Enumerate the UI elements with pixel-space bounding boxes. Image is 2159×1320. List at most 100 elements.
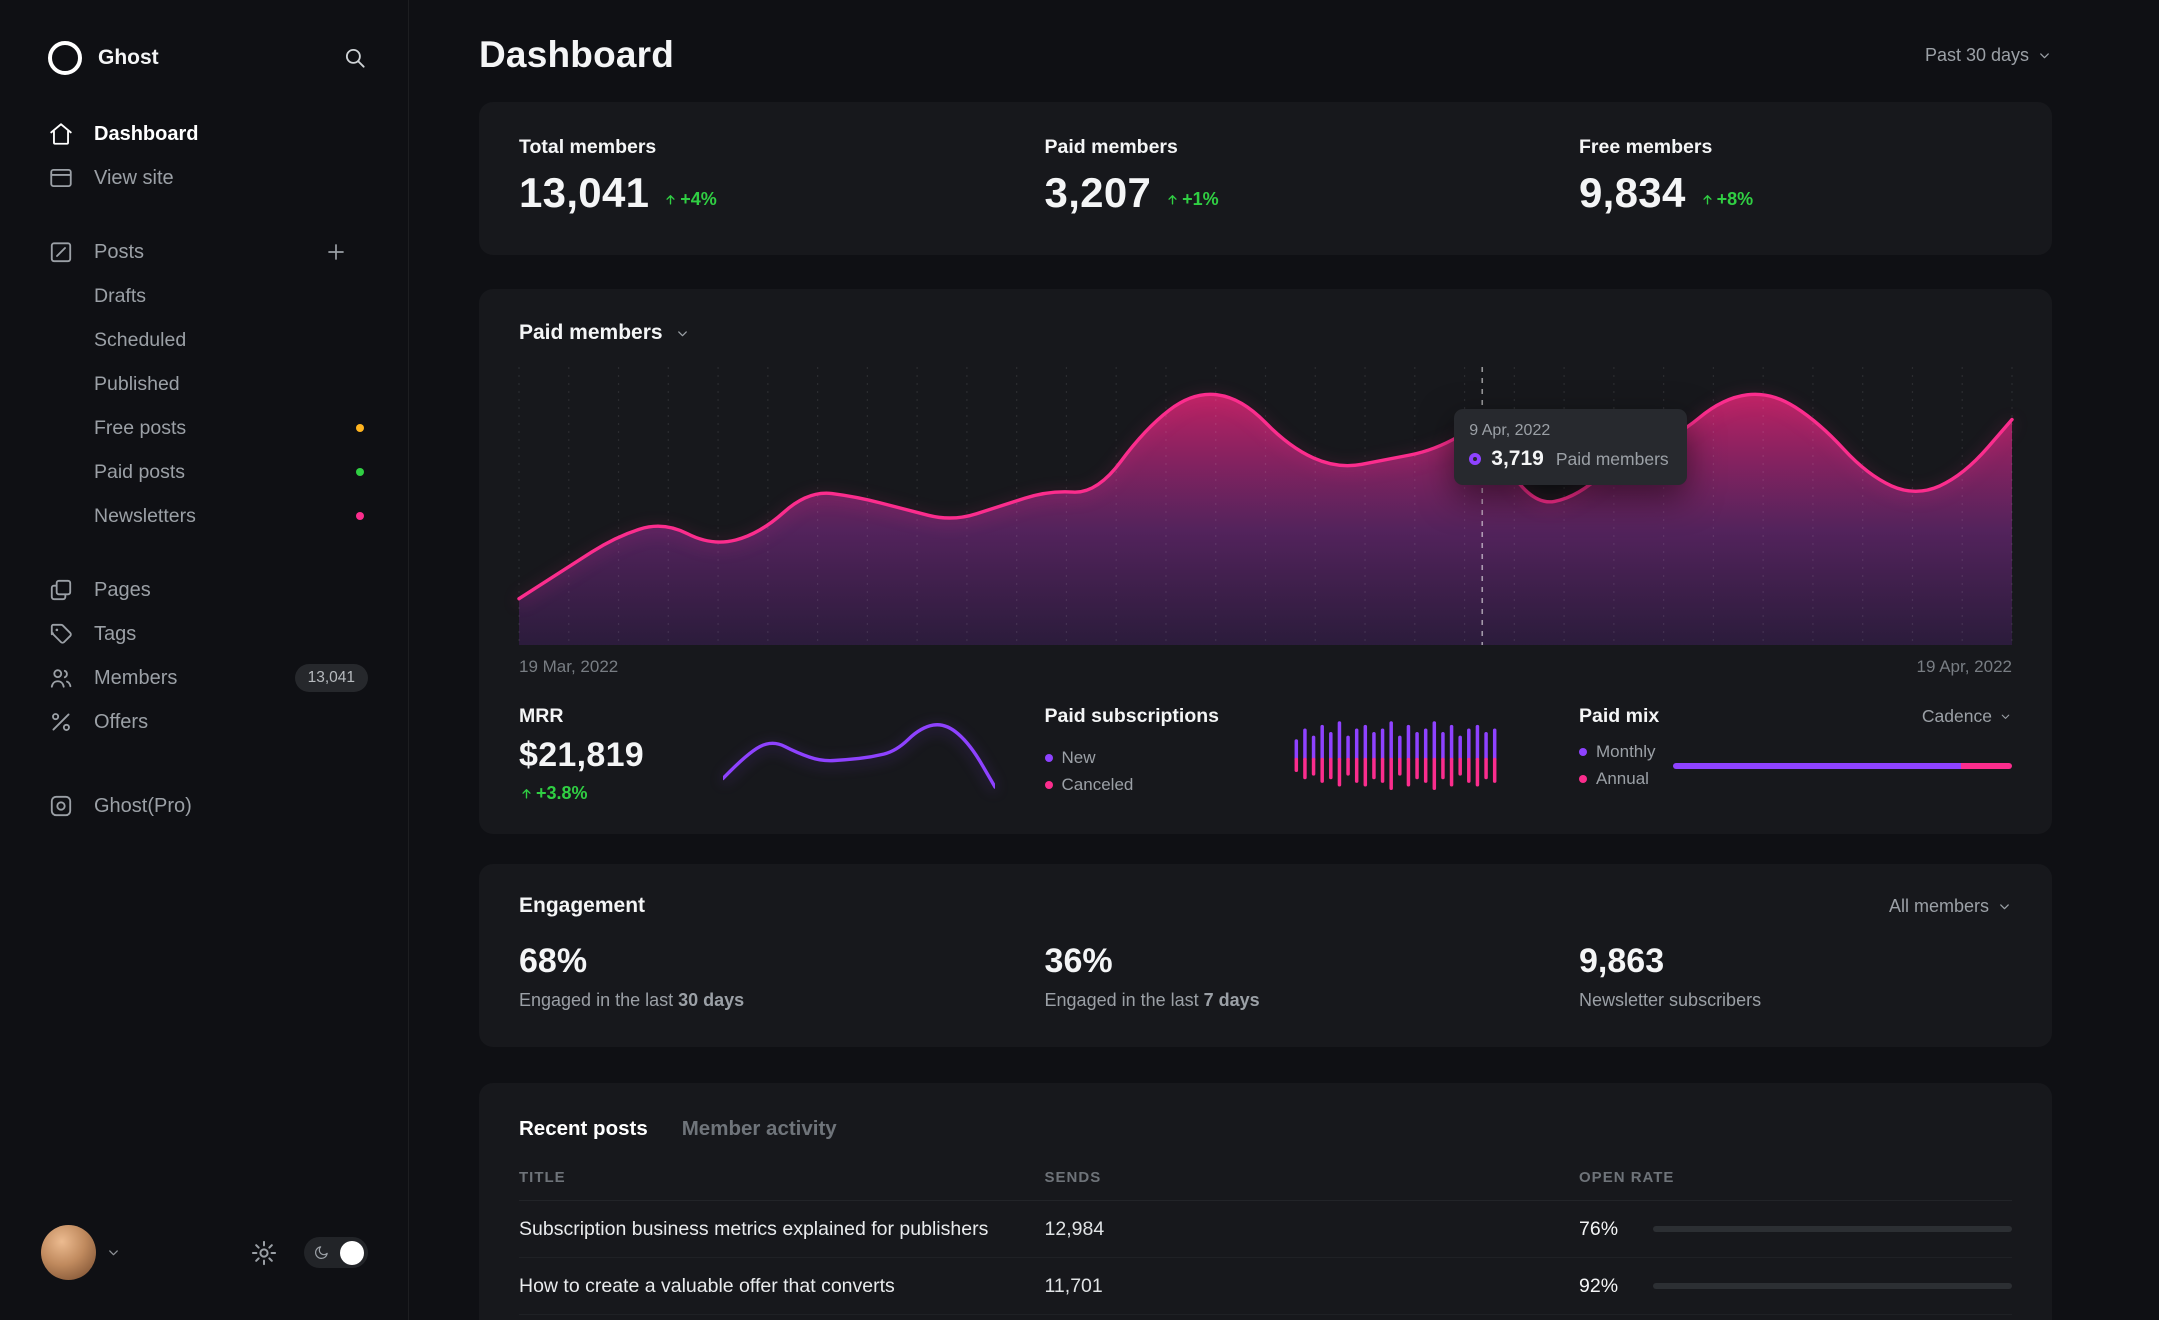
- paid-posts-dot: [356, 468, 364, 476]
- legend-dot: [1579, 775, 1587, 783]
- marker-ring-icon: [1469, 453, 1481, 465]
- members-stats-card: Total members 13,041 +4% Paid members 3,…: [479, 102, 2052, 255]
- gear-icon: [250, 1239, 278, 1267]
- members-count-badge: 13,041: [295, 664, 368, 692]
- tab-recent-posts[interactable]: Recent posts: [519, 1117, 648, 1141]
- sidebar-item-free-posts[interactable]: Free posts: [48, 406, 368, 450]
- tab-member-activity[interactable]: Member activity: [682, 1117, 837, 1141]
- new-post-button[interactable]: [324, 240, 368, 264]
- up-arrow-icon: [1700, 192, 1715, 207]
- engagement-30-days: 68% Engaged in the last 30 days: [519, 942, 1045, 1011]
- column-title: TITLE: [519, 1169, 1045, 1186]
- search-button[interactable]: [342, 45, 368, 71]
- stat-value: 13,041: [519, 169, 649, 217]
- stat-paid-members: Paid members 3,207 +1%: [1045, 136, 1579, 217]
- sidebar-item-label: Dashboard: [94, 123, 198, 146]
- chevron-down-icon: [106, 1245, 121, 1260]
- engagement-title: Engagement: [519, 894, 645, 918]
- engagement-7-days: 36% Engaged in the last 7 days: [1045, 942, 1579, 1011]
- tag-icon: [48, 621, 74, 647]
- legend-new: New: [1045, 748, 1134, 768]
- sidebar-item-label: Free posts: [94, 417, 186, 440]
- mrr-value: $21,819: [519, 736, 644, 775]
- mrr-delta: +3.8%: [519, 783, 644, 804]
- stat-label: Paid members: [1045, 136, 1579, 159]
- sidebar-item-label: Published: [94, 373, 180, 396]
- sidebar-item-dashboard[interactable]: Dashboard: [48, 112, 368, 156]
- paid-mix-annual-segment: [1961, 763, 2012, 769]
- chart-metric-selector[interactable]: Paid members: [519, 321, 2012, 345]
- search-icon: [342, 45, 368, 71]
- legend-monthly: Monthly: [1579, 742, 1656, 762]
- browser-icon: [48, 165, 74, 191]
- tooltip-date: 9 Apr, 2022: [1469, 422, 1668, 440]
- page-title: Dashboard: [479, 34, 674, 76]
- chevron-down-icon: [2037, 48, 2052, 63]
- sidebar-item-label: View site: [94, 167, 174, 190]
- chevron-down-icon: [675, 326, 690, 341]
- legend-annual: Annual: [1579, 769, 1656, 789]
- stat-total-members: Total members 13,041 +4%: [519, 136, 1045, 217]
- paid-subscriptions-section: Paid subscriptions New Canceled: [1045, 705, 1579, 804]
- engagement-newsletter: 9,863 Newsletter subscribers: [1579, 942, 2012, 1011]
- stat-free-members: Free members 9,834 +8%: [1579, 136, 2012, 217]
- moon-icon: [313, 1244, 330, 1261]
- dark-mode-toggle[interactable]: [304, 1237, 368, 1268]
- table-header: TITLE SENDS OPEN RATE: [519, 1169, 2012, 1201]
- sidebar-item-newsletters[interactable]: Newsletters: [48, 494, 368, 538]
- stat-delta: +4%: [663, 189, 717, 210]
- legend-dot: [1579, 748, 1587, 756]
- paid-mix-monthly-segment: [1673, 763, 1961, 769]
- stat-delta: +8%: [1700, 189, 1754, 210]
- sidebar-item-ghost-pro[interactable]: Ghost(Pro): [48, 784, 368, 828]
- chart-title: Paid members: [519, 321, 663, 345]
- tooltip-label: Paid members: [1556, 449, 1669, 470]
- brand-name: Ghost: [98, 46, 159, 70]
- engagement-filter[interactable]: All members: [1889, 896, 2012, 917]
- cadence-selector[interactable]: Cadence: [1922, 706, 2012, 727]
- stat-delta: +1%: [1165, 189, 1219, 210]
- free-posts-dot: [356, 424, 364, 432]
- engagement-card: Engagement All members 68% Engaged in th…: [479, 864, 2052, 1047]
- sidebar-item-label: Offers: [94, 711, 148, 734]
- duplicate-icon: [48, 577, 74, 603]
- date-range-selector[interactable]: Past 30 days: [1925, 45, 2052, 66]
- settings-button[interactable]: [250, 1239, 278, 1267]
- sidebar-item-drafts[interactable]: Drafts: [48, 274, 368, 318]
- sidebar-item-members[interactable]: Members 13,041: [48, 656, 368, 700]
- up-arrow-icon: [663, 192, 678, 207]
- paid-mix-label: Paid mix: [1579, 705, 1659, 728]
- page-header: Dashboard Past 30 days: [479, 34, 2052, 76]
- content-group: Pages Tags Members 13,041 Offers: [48, 568, 368, 744]
- sidebar-item-published[interactable]: Published: [48, 362, 368, 406]
- sidebar-item-label: Members: [94, 667, 177, 690]
- avatar[interactable]: [41, 1225, 96, 1280]
- user-menu-button[interactable]: [106, 1245, 121, 1260]
- stat-label: Total members: [519, 136, 1045, 159]
- sidebar-item-offers[interactable]: Offers: [48, 700, 368, 744]
- ghost-logo-icon[interactable]: [48, 41, 82, 75]
- sidebar-footer: [0, 1225, 408, 1320]
- sidebar-item-label: Newsletters: [94, 505, 196, 528]
- sidebar-item-pages[interactable]: Pages: [48, 568, 368, 612]
- chart-tooltip: 9 Apr, 2022 3,719 Paid members: [1454, 409, 1686, 485]
- post-sends: 11,701: [1045, 1275, 1579, 1298]
- table-row[interactable]: How to create a valuable offer that conv…: [519, 1258, 2012, 1315]
- stat-label: Free members: [1579, 136, 2012, 159]
- table-row[interactable]: Subscription business metrics explained …: [519, 1201, 2012, 1258]
- sidebar-item-posts[interactable]: Posts: [48, 230, 368, 274]
- sidebar-item-scheduled[interactable]: Scheduled: [48, 318, 368, 362]
- paid-members-chart-card: Paid members 9 Apr, 2022 3,719 Pai: [479, 289, 2052, 834]
- column-sends: SENDS: [1045, 1169, 1579, 1186]
- members-icon: [48, 665, 74, 691]
- chevron-down-icon: [1997, 899, 2012, 914]
- sidebar-item-paid-posts[interactable]: Paid posts: [48, 450, 368, 494]
- sidebar-item-label: Scheduled: [94, 329, 186, 352]
- sidebar-item-tags[interactable]: Tags: [48, 612, 368, 656]
- chevron-down-icon: [1999, 710, 2012, 723]
- mrr-section: MRR $21,819 +3.8%: [519, 705, 1045, 804]
- sidebar-item-label: Tags: [94, 623, 136, 646]
- column-open-rate: OPEN RATE: [1579, 1169, 2012, 1186]
- sidebar-item-view-site[interactable]: View site: [48, 156, 368, 200]
- area-chart-svg: [519, 367, 2012, 645]
